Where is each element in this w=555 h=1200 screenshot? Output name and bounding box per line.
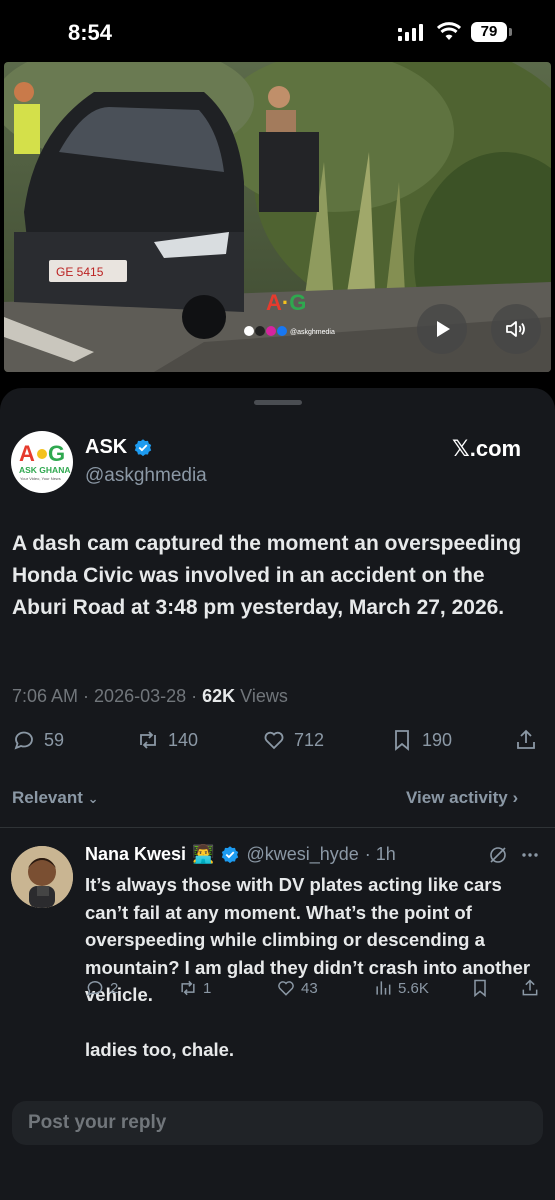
verified-badge-icon bbox=[135, 438, 152, 456]
reply-composer-input[interactable]: Post your reply bbox=[12, 1101, 543, 1145]
post-text: A dash cam captured the moment an oversp… bbox=[12, 532, 522, 619]
video-watermark-social: @askghmedia bbox=[244, 324, 340, 336]
more-options-icon[interactable] bbox=[520, 845, 540, 865]
author-avatar[interactable]: A G ASK GHANA Your Video, Your News bbox=[11, 431, 73, 493]
svg-text:G: G bbox=[48, 441, 65, 466]
reply-sort-dropdown[interactable]: Relevant ⌄ bbox=[12, 788, 99, 808]
post-meta: 7:06 AM · 2026-03-28 · 62K Views bbox=[12, 686, 288, 706]
reply-author-handle[interactable]: @kwesi_hyde bbox=[246, 844, 358, 865]
watermark-social-icons: @askghmedia bbox=[244, 326, 335, 336]
reply-text: It’s always those with DV plates acting … bbox=[85, 874, 531, 1060]
video-watermark-logo: A·G bbox=[266, 290, 307, 315]
reply-header: Nana Kwesi 👨‍💻 @kwesi_hyde · 1h bbox=[85, 844, 396, 865]
post-date: 2026-03-28 bbox=[94, 686, 187, 706]
reply-header-icons bbox=[488, 845, 540, 865]
author-name[interactable]: ASK bbox=[85, 436, 127, 459]
svg-text:Your Video, Your News: Your Video, Your News bbox=[20, 476, 61, 481]
reply-author-name[interactable]: Nana Kwesi bbox=[85, 844, 186, 865]
battery-indicator: 79 bbox=[471, 22, 507, 42]
post-actions: 59 140 712 190 bbox=[0, 728, 555, 758]
reply-reply-button[interactable]: 2 bbox=[85, 978, 118, 998]
post-time: 7:06 AM bbox=[12, 686, 79, 706]
play-button[interactable] bbox=[417, 304, 467, 354]
battery-tip bbox=[509, 28, 512, 36]
reply-like-count: 43 bbox=[301, 979, 318, 997]
repost-button[interactable]: 140 bbox=[136, 728, 198, 752]
divider bbox=[0, 827, 555, 828]
bookmark-icon bbox=[395, 730, 409, 751]
play-icon bbox=[437, 321, 450, 337]
reply-actions: 2 1 43 5.6K bbox=[0, 978, 555, 1002]
reply-views-button[interactable]: 5.6K bbox=[373, 978, 429, 998]
wifi-icon bbox=[437, 22, 461, 40]
watermark-handle: @askghmedia bbox=[290, 329, 335, 336]
heart-icon bbox=[264, 731, 284, 750]
share-button[interactable] bbox=[514, 728, 538, 752]
cellular-signal-icon bbox=[398, 24, 423, 41]
status-time: 8:54 bbox=[68, 20, 113, 45]
sheet-grabber[interactable] bbox=[254, 400, 302, 405]
bookmark-button[interactable]: 190 bbox=[390, 728, 452, 752]
bookmark-count: 190 bbox=[422, 729, 453, 750]
license-plate-text: GE 5415 bbox=[56, 265, 104, 279]
reply-reply-count: 2 bbox=[110, 979, 119, 997]
reply-views-count: 5.6K bbox=[398, 979, 429, 997]
reply-repost-count: 1 bbox=[203, 979, 212, 997]
reply-author-avatar[interactable] bbox=[11, 846, 73, 908]
reply-like-button[interactable]: 43 bbox=[276, 978, 318, 998]
analytics-icon bbox=[376, 981, 391, 995]
post-views-label: Views bbox=[240, 686, 288, 706]
svg-text:ASK GHANA: ASK GHANA bbox=[19, 465, 70, 475]
reply-avatar-image bbox=[11, 846, 73, 908]
author-handle[interactable]: @askghmedia bbox=[85, 465, 207, 487]
reply-button[interactable]: 59 bbox=[12, 728, 64, 752]
grok-icon[interactable] bbox=[488, 845, 508, 865]
reply-icon bbox=[87, 981, 103, 996]
author-name-row: ASK bbox=[85, 436, 153, 459]
post-views-count[interactable]: 62K bbox=[202, 686, 235, 706]
reply-author-emoji: 👨‍💻 bbox=[192, 844, 215, 864]
share-icon bbox=[517, 729, 535, 749]
x-com-label: 𝕏.com bbox=[452, 436, 522, 461]
svg-text:A: A bbox=[19, 441, 35, 466]
repost-count: 140 bbox=[168, 729, 199, 750]
repost-icon bbox=[181, 980, 195, 996]
video-player[interactable]: GE 5415 A·G @askghmedia bbox=[4, 62, 551, 372]
reply-icon bbox=[14, 731, 33, 750]
reply-composer-placeholder: Post your reply bbox=[28, 1112, 167, 1133]
bookmark-icon bbox=[474, 979, 486, 998]
chevron-down-icon: ⌄ bbox=[87, 791, 99, 806]
reply-count: 59 bbox=[44, 729, 65, 750]
status-bar: 8:54 79 bbox=[0, 0, 555, 62]
verified-badge-icon bbox=[222, 845, 239, 863]
mute-button[interactable] bbox=[491, 304, 541, 354]
chevron-right-icon: › bbox=[512, 788, 519, 807]
ask-ghana-logo: A G ASK GHANA Your Video, Your News bbox=[19, 441, 70, 481]
reply-repost-button[interactable]: 1 bbox=[178, 978, 211, 998]
reply-bookmark-button[interactable] bbox=[470, 978, 490, 998]
speaker-icon bbox=[506, 321, 525, 337]
like-count: 712 bbox=[294, 729, 325, 750]
view-activity-link[interactable]: View activity › bbox=[406, 788, 518, 808]
view-activity-label: View activity bbox=[406, 788, 508, 807]
reply-share-button[interactable] bbox=[520, 978, 540, 998]
post-sheet: A G ASK GHANA Your Video, Your News ASK … bbox=[0, 388, 555, 1200]
heart-icon bbox=[278, 981, 294, 996]
like-button[interactable]: 712 bbox=[262, 728, 324, 752]
reply-sort-label: Relevant bbox=[12, 788, 83, 807]
reply-timestamp: · 1h bbox=[364, 844, 396, 864]
repost-icon bbox=[140, 731, 156, 749]
share-icon bbox=[522, 979, 538, 996]
